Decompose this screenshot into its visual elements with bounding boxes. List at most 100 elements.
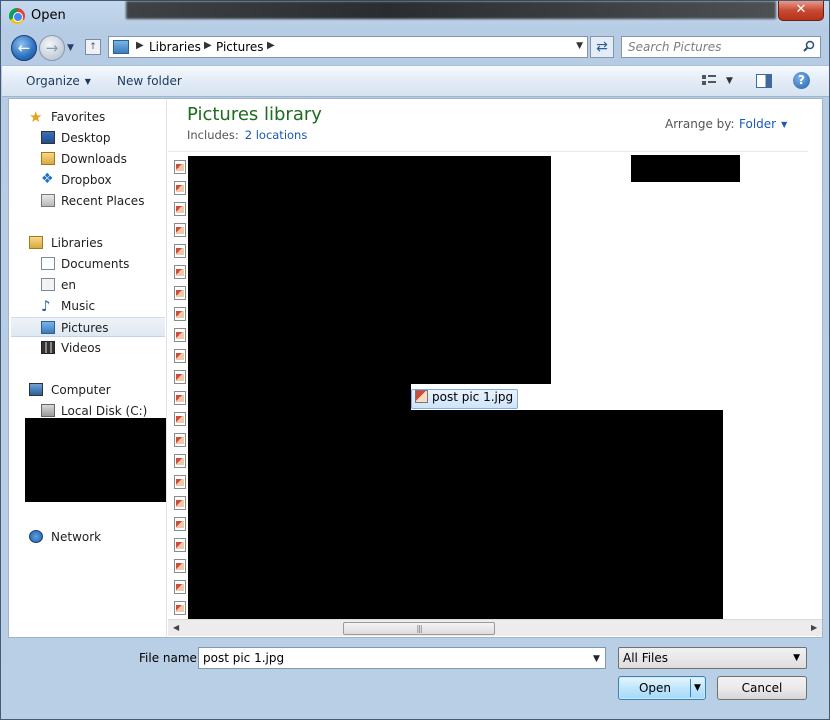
search-icon[interactable] [803,40,815,52]
scroll-left-icon[interactable]: ◀ [173,623,179,632]
main-content: ★ Favorites Desktop Downloads ❖ Dropbox … [8,98,823,638]
nav-en-label: en [61,278,76,292]
organize-button[interactable]: Organize ▼ [26,74,91,88]
image-file-icon[interactable] [174,181,186,195]
nav-local-disk-label: Local Disk (C:) [61,404,148,418]
image-file-icon[interactable] [174,391,186,405]
chevron-right-icon[interactable]: ▶ [136,40,144,51]
address-history-dropdown[interactable]: ▼ [576,41,583,51]
forward-button[interactable]: → [39,35,65,61]
image-file-icon[interactable] [174,454,186,468]
refresh-button[interactable]: ⇄ [590,36,614,58]
nav-documents[interactable]: Documents [11,254,165,274]
navigation-pane[interactable]: ★ Favorites Desktop Downloads ❖ Dropbox … [9,99,167,637]
nav-downloads[interactable]: Downloads [11,149,165,169]
libraries-icon [29,236,43,249]
desktop-icon [41,131,55,144]
image-file-icon[interactable] [174,370,186,384]
file-type-select[interactable]: All Files ▼ [618,647,807,669]
nav-desktop[interactable]: Desktop [11,128,165,148]
library-includes: Includes: 2 locations [187,128,307,142]
nav-videos-label: Videos [61,341,101,355]
view-options-dropdown[interactable]: ▼ [726,76,733,86]
image-file-icon[interactable] [174,601,186,615]
new-folder-button[interactable]: New folder [117,74,182,88]
image-file-icon[interactable] [174,328,186,342]
window-title: Open [31,8,66,23]
file-name-history-dropdown[interactable]: ▼ [593,654,600,664]
breadcrumb-pictures[interactable]: Pictures [216,40,264,54]
nav-pictures[interactable]: Pictures [11,317,165,337]
breadcrumb-libraries[interactable]: Libraries [149,40,201,54]
image-file-icon[interactable] [174,580,186,594]
scrollbar-thumb[interactable]: ||| [343,622,495,635]
horizontal-scrollbar[interactable]: ◀ ||| ▶ [168,619,822,636]
image-file-icon[interactable] [174,286,186,300]
up-folder-icon[interactable]: ↑ [85,39,101,55]
nav-network[interactable]: Network [11,527,165,547]
image-file-icon[interactable] [174,496,186,510]
image-file-icon[interactable] [174,160,186,174]
image-file-icon[interactable] [174,475,186,489]
image-file-icon[interactable] [174,349,186,363]
recent-locations-dropdown[interactable]: ▼ [67,43,74,53]
chevron-right-icon[interactable]: ▶ [204,40,212,51]
nav-favorites-label: Favorites [51,110,106,124]
file-list-pane[interactable]: Pictures library Includes: 2 locations Ar… [168,99,822,637]
includes-label: Includes: [187,128,239,142]
open-button[interactable]: Open ▼ [618,676,706,700]
file-type-value: All Files [623,651,669,665]
open-options-dropdown[interactable]: ▼ [694,677,701,699]
nav-downloads-label: Downloads [61,152,127,166]
cancel-button[interactable]: Cancel [717,676,807,700]
image-file-icon[interactable] [174,517,186,531]
nav-pictures-label: Pictures [61,321,109,335]
nav-favorites[interactable]: ★ Favorites [11,107,165,127]
back-button[interactable]: ← [11,35,37,61]
image-file-icon[interactable] [174,559,186,573]
command-bar: Organize ▼ New folder ▼ ? [2,65,829,97]
image-file-icon[interactable] [174,244,186,258]
selected-file-item[interactable]: post pic 1.jpg [411,389,519,409]
nav-en[interactable]: en [11,275,165,295]
locations-link[interactable]: 2 locations [245,128,308,142]
nav-music[interactable]: ♪ Music [11,296,165,316]
image-file-icon [415,390,428,403]
image-file-icon[interactable] [174,202,186,216]
dropbox-icon: ❖ [41,171,54,187]
image-file-icon[interactable] [174,307,186,321]
search-input[interactable] [624,38,794,56]
chrome-icon [9,8,25,24]
divider [168,151,808,152]
image-file-icon[interactable] [174,223,186,237]
close-button[interactable]: ✕ [778,1,824,21]
nav-dropbox[interactable]: ❖ Dropbox [11,170,165,190]
image-file-icon[interactable] [174,538,186,552]
open-dialog: Open ✕ ← → ▼ ↑ ▶ Libraries ▶ Pictures ▶ … [0,0,830,720]
nav-computer[interactable]: Computer [11,380,165,400]
chevron-right-icon[interactable]: ▶ [267,40,275,51]
address-bar[interactable]: ▶ Libraries ▶ Pictures ▶ ▼ [108,36,588,58]
nav-recent-places[interactable]: Recent Places [11,191,165,211]
network-icon [29,530,43,543]
redacted-block [188,384,411,620]
help-icon[interactable]: ? [793,72,810,89]
image-file-icon[interactable] [174,433,186,447]
pictures-icon [41,321,55,334]
nav-desktop-label: Desktop [61,131,111,145]
organize-label: Organize [26,74,80,88]
image-file-icon[interactable] [174,412,186,426]
image-file-icon[interactable] [174,265,186,279]
library-icon [41,278,55,291]
title-bar[interactable]: Open ✕ [1,1,829,31]
arrange-by-dropdown[interactable]: Folder ▼ [739,117,787,131]
selected-file-name: post pic 1.jpg [432,390,514,404]
file-name-input[interactable]: post pic 1.jpg [198,647,606,669]
nav-libraries[interactable]: Libraries [11,233,165,253]
nav-videos[interactable]: Videos [11,338,165,358]
preview-pane-icon[interactable] [756,74,772,88]
change-view-icon[interactable] [702,75,716,87]
scroll-right-icon[interactable]: ▶ [811,623,817,632]
videos-icon [41,341,55,354]
search-box[interactable] [621,36,821,58]
